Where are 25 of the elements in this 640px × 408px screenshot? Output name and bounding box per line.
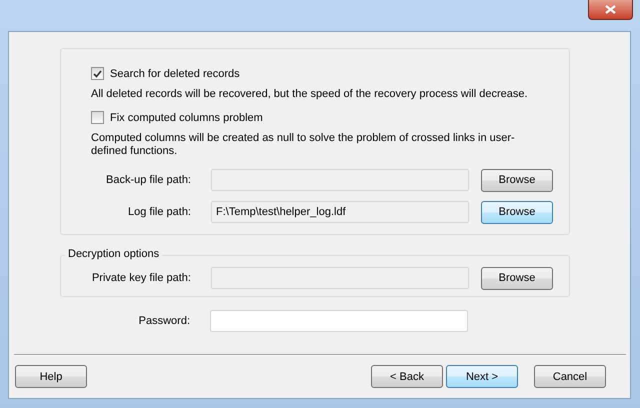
checkbox[interactable] — [91, 67, 104, 80]
group-title: Decryption options — [65, 248, 162, 260]
field-label: Password: — [138, 315, 191, 327]
browse-button[interactable]: Browse — [481, 200, 553, 224]
checkmark-icon — [93, 70, 102, 78]
browse-button[interactable]: Browse — [481, 168, 553, 192]
input-field[interactable] — [211, 267, 469, 289]
input-field[interactable]: F:\Temp\test\helper_log.ldf — [211, 201, 469, 223]
close-icon — [605, 5, 616, 14]
dialog-button[interactable]: Help — [15, 365, 87, 388]
input-field[interactable] — [210, 310, 468, 332]
field-label: Log file path: — [127, 206, 192, 218]
checkbox[interactable] — [91, 111, 104, 124]
dialog-button[interactable]: Cancel — [534, 365, 606, 388]
checkbox-label: Fix computed columns problem — [110, 112, 263, 124]
option-description: All deleted records will be recovered, but the speed of the recovery process will decrease. — [91, 88, 529, 101]
close-button[interactable] — [588, 0, 633, 20]
field-label: Back-up file path: — [105, 174, 192, 186]
input-field[interactable] — [211, 169, 469, 191]
dialog-button[interactable]: < Back — [371, 365, 443, 388]
dialog-button[interactable]: Next > — [446, 365, 518, 388]
browse-button[interactable]: Browse — [481, 266, 553, 290]
checkbox-label: Search for deleted records — [110, 68, 240, 80]
option-description: Computed columns will be created as null to solve the problem of crossed links in user-defined functions. — [91, 132, 516, 158]
field-label: Private key file path: — [90, 272, 192, 284]
